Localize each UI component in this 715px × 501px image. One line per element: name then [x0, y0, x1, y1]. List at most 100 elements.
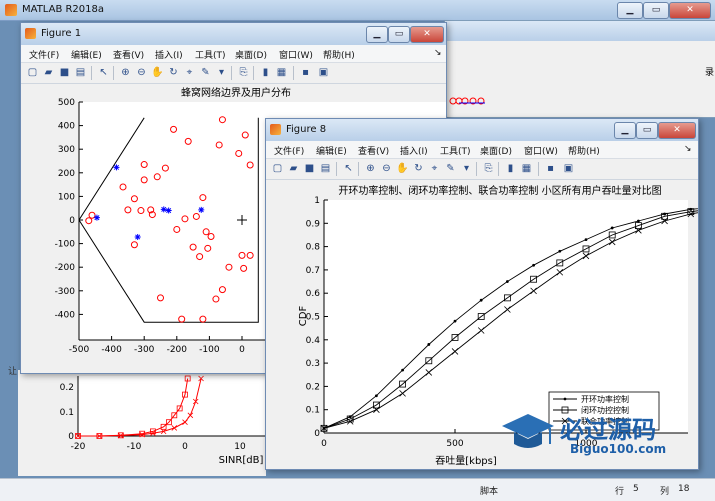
figure8-minimize-button[interactable]: ▁ — [614, 122, 636, 139]
figure8-title-bar[interactable]: Figure 8 ▁ ▭ ✕ — [266, 119, 698, 141]
rotate-3d-icon[interactable]: ↻ — [167, 66, 180, 79]
background-figure-window[interactable]: 录 — [444, 20, 715, 118]
cdf-point-open-loop — [532, 263, 535, 267]
zoom-in-icon[interactable]: ⊕ — [364, 162, 377, 175]
pan-icon[interactable]: ✋ — [396, 162, 409, 175]
y-tick-label: -400 — [55, 310, 76, 320]
y-tick-label: 200 — [58, 169, 75, 179]
figure1-toolbar: ▢ ▰ ■ ▤ ↖ ⊕ ⊖ ✋ ↻ ⌖ ✎ ▾ ⎘ ▮ ▦ ▪ ▣ — [21, 63, 446, 84]
figure1-maximize-button[interactable]: ▭ — [388, 26, 410, 43]
menu-window[interactable]: 窗口(W) — [524, 144, 558, 157]
maximize-button[interactable]: ▭ — [643, 2, 669, 19]
menu-dock-arrow-icon[interactable]: ↘ — [684, 144, 692, 154]
zoom-in-icon[interactable]: ⊕ — [119, 66, 132, 79]
show-plot-tools-icon[interactable]: ▣ — [317, 66, 330, 79]
open-file-icon[interactable]: ▰ — [42, 66, 55, 79]
toolbar-separator — [498, 162, 499, 176]
cdf-point-open-loop — [453, 319, 457, 323]
close-button[interactable]: ✕ — [669, 2, 711, 19]
toolbar-separator — [358, 162, 359, 176]
menu-dock-arrow-icon[interactable]: ↘ — [434, 48, 442, 58]
behind-plot-window: 让 0.2 0.1 0 -20 -10 0 10 SINR[dB] — [8, 367, 266, 476]
watermark: 必过源码 Biguo100.com — [498, 408, 698, 466]
figure1-close-button[interactable]: ✕ — [410, 26, 444, 43]
menu-file[interactable]: 文件(F) — [29, 48, 59, 61]
zoom-out-icon[interactable]: ⊖ — [380, 162, 393, 175]
graduation-cap-icon — [502, 414, 554, 448]
user-point-blue — [134, 233, 141, 240]
print-icon[interactable]: ▤ — [74, 66, 87, 79]
legend-icon[interactable]: ▦ — [275, 66, 288, 79]
y-tick-label: 100 — [58, 192, 75, 202]
colorbar-icon[interactable]: ▮ — [259, 66, 272, 79]
pan-icon[interactable]: ✋ — [151, 66, 164, 79]
menu-help[interactable]: 帮助(H) — [568, 144, 600, 157]
menu-desktop[interactable]: 桌面(D) — [480, 144, 512, 157]
menu-insert[interactable]: 插入(I) — [400, 144, 428, 157]
user-point-blue — [113, 164, 120, 171]
toolbar-separator — [336, 162, 337, 176]
data-cursor-icon[interactable]: ⌖ — [428, 162, 441, 175]
y-tick-label: 0.3 — [306, 359, 320, 369]
hide-plot-tools-icon[interactable]: ▪ — [544, 162, 557, 175]
cdf-point-open-loop — [610, 226, 614, 230]
new-figure-icon[interactable]: ▢ — [271, 162, 284, 175]
y-tick-label: -300 — [55, 287, 76, 297]
figure8-maximize-button[interactable]: ▭ — [636, 122, 658, 139]
figure1-minimize-button[interactable]: ▁ — [366, 26, 388, 43]
edit-plot-icon[interactable]: ↖ — [97, 66, 110, 79]
figure8-logo-icon — [270, 124, 281, 135]
colorbar-icon[interactable]: ▮ — [504, 162, 517, 175]
legend-marker-open-loop — [563, 397, 567, 401]
app-title: MATLAB R2018a — [22, 4, 105, 15]
menu-edit[interactable]: 编辑(E) — [71, 48, 102, 61]
brush-dropdown-icon[interactable]: ▾ — [215, 66, 228, 79]
matlab-logo-icon — [5, 4, 17, 16]
toolbar-separator — [91, 66, 92, 80]
menu-help[interactable]: 帮助(H) — [323, 48, 355, 61]
toolbar-separator — [293, 66, 294, 80]
cdf-point-open-loop — [401, 368, 404, 372]
show-plot-tools-icon[interactable]: ▣ — [562, 162, 575, 175]
link-plot-icon[interactable]: ⎘ — [237, 66, 250, 79]
figure8-menubar: 文件(F) 编辑(E) 查看(V) 插入(I) 工具(T) 桌面(D) 窗口(W… — [266, 141, 698, 159]
menu-file[interactable]: 文件(F) — [274, 144, 304, 157]
new-figure-icon[interactable]: ▢ — [26, 66, 39, 79]
menu-window[interactable]: 窗口(W) — [279, 48, 313, 61]
brush-dropdown-icon[interactable]: ▾ — [460, 162, 473, 175]
legend-label-open-loop: 开环功率控制 — [581, 394, 629, 404]
rotate-3d-icon[interactable]: ↻ — [412, 162, 425, 175]
menu-view[interactable]: 查看(V) — [113, 48, 144, 61]
menu-desktop[interactable]: 桌面(D) — [235, 48, 267, 61]
figure8-close-button[interactable]: ✕ — [658, 122, 696, 139]
hide-plot-tools-icon[interactable]: ▪ — [299, 66, 312, 79]
menu-tools[interactable]: 工具(T) — [440, 144, 471, 157]
y-tick-label: 0.9 — [306, 219, 321, 229]
menu-tools[interactable]: 工具(T) — [195, 48, 226, 61]
matlab-title-bar: MATLAB R2018a ▁ ▭ ✕ — [0, 0, 715, 21]
data-cursor-icon[interactable]: ⌖ — [183, 66, 196, 79]
cdf-point-open-loop — [375, 394, 378, 398]
minimize-button[interactable]: ▁ — [617, 2, 643, 19]
brush-icon[interactable]: ✎ — [444, 162, 457, 175]
menu-view[interactable]: 查看(V) — [358, 144, 389, 157]
y-tick-label: 0.7 — [306, 266, 320, 276]
figure1-title-bar[interactable]: Figure 1 ▁ ▭ ✕ — [21, 23, 446, 45]
link-plot-icon[interactable]: ⎘ — [482, 162, 495, 175]
open-file-icon[interactable]: ▰ — [287, 162, 300, 175]
x-tick-label: -400 — [101, 345, 122, 355]
status-row-label: 行 — [615, 487, 625, 497]
legend-icon[interactable]: ▦ — [520, 162, 533, 175]
x-tick-label: 0 — [321, 439, 327, 449]
edit-plot-icon[interactable]: ↖ — [342, 162, 355, 175]
save-icon[interactable]: ■ — [303, 162, 316, 175]
brush-icon[interactable]: ✎ — [199, 66, 212, 79]
menu-insert[interactable]: 插入(I) — [155, 48, 183, 61]
zoom-out-icon[interactable]: ⊖ — [135, 66, 148, 79]
save-icon[interactable]: ■ — [58, 66, 71, 79]
y-tick-label: 400 — [58, 122, 75, 132]
menu-edit[interactable]: 编辑(E) — [316, 144, 347, 157]
print-icon[interactable]: ▤ — [319, 162, 332, 175]
y-tick-label: 0.1 — [306, 406, 320, 416]
y-tick-label: -100 — [55, 240, 76, 250]
